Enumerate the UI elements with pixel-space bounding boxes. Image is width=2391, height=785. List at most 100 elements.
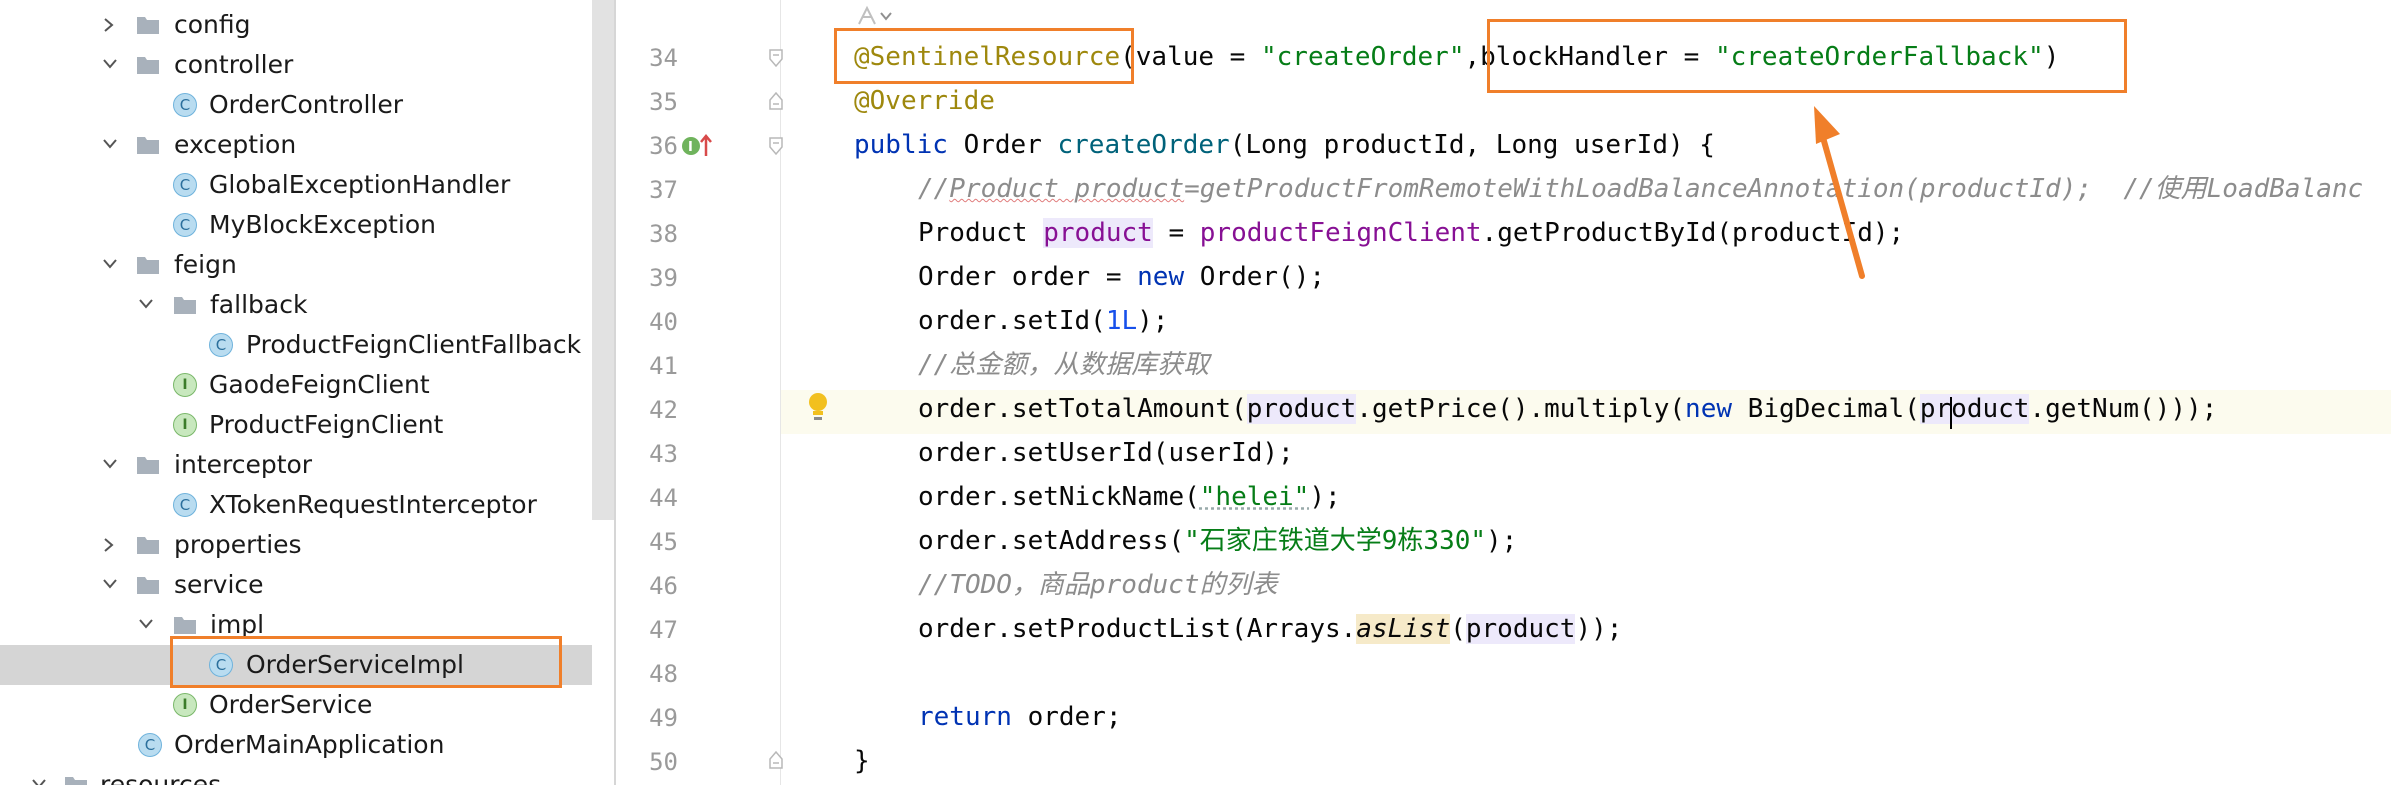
interface-icon: I <box>173 413 197 437</box>
code-line-36[interactable]: public Order createOrder(Long productId,… <box>854 130 1715 160</box>
tree-item-gaodefeignclient[interactable]: I GaodeFeignClient <box>0 365 592 405</box>
tree-item-config[interactable]: config <box>0 5 592 45</box>
highlight-box-annotation <box>834 28 1134 84</box>
tree-scrollbar[interactable] <box>592 0 614 520</box>
keyword-token: public <box>854 130 948 160</box>
tree-item-interceptor[interactable]: interceptor <box>0 445 592 485</box>
code-line-40[interactable]: order.setId(1L); <box>918 306 1168 336</box>
tree-item-ordercontroller[interactable]: C OrderController <box>0 85 592 125</box>
tree-item-globalexceptionhandler[interactable]: C GlobalExceptionHandler <box>0 165 592 205</box>
code-line-46[interactable]: //TODO，商品product的列表 <box>918 570 1278 600</box>
code-token: )); <box>1575 614 1623 644</box>
line-number: 40 <box>649 308 678 336</box>
folder-icon <box>136 254 160 276</box>
code-line-38[interactable]: Product product = productFeignClient.get… <box>918 218 1904 248</box>
fold-marker-icon[interactable] <box>768 750 784 769</box>
code-token: = <box>1152 218 1200 248</box>
fold-marker-icon[interactable] <box>768 137 784 156</box>
text-cursor <box>1950 397 1952 429</box>
chevron-down-icon[interactable] <box>103 138 117 150</box>
string-token: "helei" <box>1199 482 1310 512</box>
folder-icon <box>173 614 197 636</box>
chevron-down-icon[interactable] <box>103 578 117 590</box>
code-line-41[interactable]: //总金额，从数据库获取 <box>918 350 1209 380</box>
code-line-50[interactable]: } <box>854 746 870 776</box>
tree-item-properties[interactable]: properties <box>0 525 592 565</box>
tree-item-controller[interactable]: controller <box>0 45 592 85</box>
line-number: 50 <box>649 748 678 776</box>
class-icon: C <box>173 493 197 517</box>
code-token: order; <box>1011 702 1122 732</box>
code-line-47[interactable]: order.setProductList(Arrays.asList(produ… <box>918 614 1622 644</box>
tree-item-ordermainapplication[interactable]: C OrderMainApplication <box>0 725 592 765</box>
chevron-down-icon[interactable] <box>103 258 117 270</box>
tree-item-resources[interactable]: resources <box>0 765 592 785</box>
chevron-right-icon[interactable] <box>103 18 115 32</box>
tree-item-label: properties <box>174 530 302 559</box>
code-token: } <box>854 746 870 776</box>
code-token: order.setAddress( <box>918 526 1185 556</box>
tree-item-service[interactable]: service <box>0 565 592 605</box>
code-line-45[interactable]: order.setAddress("石家庄铁道大学9栋330"); <box>918 526 1517 556</box>
keyword-token: new <box>1685 394 1733 424</box>
variable-token: product <box>1043 218 1153 248</box>
tree-item-productfeignclientfallback[interactable]: C ProductFeignClientFallback <box>0 325 592 365</box>
class-icon: C <box>173 93 197 117</box>
tree-item-myblockexception[interactable]: C MyBlockException <box>0 205 592 245</box>
code-line-49[interactable]: return order; <box>918 702 1122 732</box>
comment-token: // <box>918 174 950 204</box>
code-token: .getNum())); <box>2029 394 2218 424</box>
chevron-down-icon[interactable] <box>32 778 46 785</box>
tree-item-label: GlobalExceptionHandler <box>209 170 511 199</box>
tree-item-orderservice[interactable]: I OrderService <box>0 685 592 725</box>
code-token: BigDecimal( <box>1732 394 1920 424</box>
tree-item-exception[interactable]: exception <box>0 125 592 165</box>
code-line-35[interactable]: @Override <box>854 86 995 116</box>
code-line-44[interactable]: order.setNickName("helei"); <box>918 482 1341 512</box>
fold-marker-icon[interactable] <box>768 49 784 68</box>
code-token: Order <box>947 130 1058 160</box>
class-icon: C <box>173 173 197 197</box>
tree-item-label: ProductFeignClient <box>209 410 444 439</box>
field-token: productFeignClient <box>1199 218 1482 248</box>
lightbulb-icon[interactable] <box>804 390 832 428</box>
chevron-right-icon[interactable] <box>103 538 115 552</box>
method-name-token: createOrder <box>1057 130 1230 160</box>
line-number: 45 <box>649 528 678 556</box>
class-icon: C <box>173 213 197 237</box>
folder-icon <box>173 294 197 316</box>
tree-item-productfeignclient[interactable]: I ProductFeignClient <box>0 405 592 445</box>
interface-icon: I <box>173 693 197 717</box>
code-line-39[interactable]: Order order = new Order(); <box>918 262 1325 292</box>
class-icon: C <box>209 333 233 357</box>
implements-method-icon[interactable]: I <box>680 132 714 166</box>
tree-item-feign[interactable]: feign <box>0 245 592 285</box>
string-token: "createOrder" <box>1261 42 1465 72</box>
tree-item-xtokenrequestinterceptor[interactable]: C XTokenRequestInterceptor <box>0 485 592 525</box>
code-line-43[interactable]: order.setUserId(userId); <box>918 438 1294 468</box>
tree-item-label: interceptor <box>174 450 313 479</box>
chevron-down-icon[interactable] <box>103 58 117 70</box>
line-number: 42 <box>649 396 678 424</box>
variable-token: product <box>1919 394 2030 424</box>
folder-icon <box>136 534 160 556</box>
arrow-icon <box>1814 106 1865 279</box>
line-number: 48 <box>649 660 678 688</box>
tree-item-label: feign <box>174 250 237 279</box>
comment-token: //总金额，从数据库获取 <box>918 350 1210 380</box>
highlight-box <box>170 636 562 688</box>
comment-token: =getProductFromRemoteWithLoadBalanceAnno… <box>1184 174 2364 204</box>
code-line-42[interactable]: order.setTotalAmount(product.getPrice().… <box>918 394 2217 424</box>
chevron-down-icon[interactable] <box>139 618 153 630</box>
number-token: 1L <box>1105 306 1138 336</box>
tree-item-label: resources <box>100 770 222 785</box>
chevron-down-icon[interactable] <box>103 458 117 470</box>
comment-token: //TODO，商品product的列表 <box>918 570 1278 600</box>
spring-boot-class-icon: C <box>138 733 162 757</box>
fold-marker-icon[interactable] <box>768 91 784 110</box>
code-token: Product <box>918 218 1044 248</box>
tree-item-fallback[interactable]: fallback <box>0 285 592 325</box>
chevron-down-icon[interactable] <box>139 298 153 310</box>
code-line-37[interactable]: //Product product=getProductFromRemoteWi… <box>918 174 2363 204</box>
line-number: 34 <box>649 44 678 72</box>
